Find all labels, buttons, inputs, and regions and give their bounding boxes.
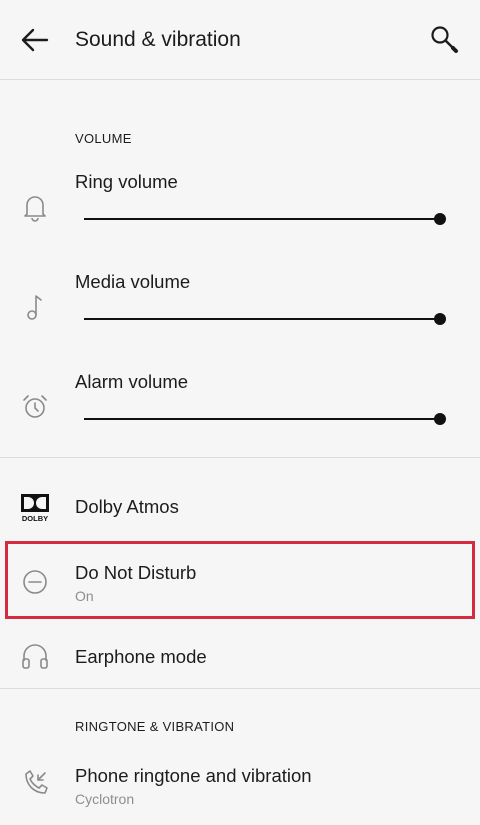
sound-vibration-screen: Sound & vibration VOLUME Ring volume Med… bbox=[0, 0, 480, 825]
phone-ringtone-icon bbox=[18, 766, 52, 800]
app-bar: Sound & vibration bbox=[0, 0, 480, 80]
slider-thumb[interactable] bbox=[434, 313, 446, 325]
alarm-volume-label: Alarm volume bbox=[75, 371, 189, 392]
volume-section-header: VOLUME bbox=[75, 131, 132, 146]
dolby-logo-icon: DOLBY bbox=[18, 490, 52, 524]
slider-thumb[interactable] bbox=[434, 213, 446, 225]
section-divider bbox=[0, 688, 480, 689]
dolby-atmos-row[interactable]: DOLBY Dolby Atmos bbox=[0, 475, 480, 539]
ring-volume-slider[interactable] bbox=[84, 211, 446, 227]
dolby-logo-text: DOLBY bbox=[22, 514, 48, 523]
slider-track bbox=[84, 218, 440, 220]
section-divider bbox=[0, 457, 480, 458]
media-volume-label: Media volume bbox=[75, 271, 191, 292]
arrow-left-icon[interactable] bbox=[20, 26, 50, 54]
ringtone-section-header: RINGTONE & VIBRATION bbox=[75, 719, 235, 734]
phone-ringtone-label: Phone ringtone and vibration bbox=[75, 765, 312, 786]
phone-ringtone-row[interactable]: Phone ringtone and vibration Cyclotron bbox=[0, 748, 480, 818]
slider-thumb[interactable] bbox=[434, 413, 446, 425]
alarm-clock-icon bbox=[18, 390, 52, 424]
bell-icon bbox=[18, 190, 52, 224]
page-title: Sound & vibration bbox=[75, 28, 241, 51]
earphone-mode-row[interactable]: Earphone mode bbox=[0, 626, 480, 686]
media-volume-row: Media volume bbox=[0, 260, 480, 340]
highlight-box bbox=[5, 541, 475, 619]
media-volume-slider[interactable] bbox=[84, 311, 446, 327]
ring-volume-row: Ring volume bbox=[0, 160, 480, 240]
music-note-icon bbox=[18, 290, 52, 324]
headphones-icon bbox=[18, 639, 52, 673]
alarm-volume-slider[interactable] bbox=[84, 411, 446, 427]
earphone-mode-label: Earphone mode bbox=[75, 646, 207, 667]
dolby-atmos-label: Dolby Atmos bbox=[75, 496, 179, 517]
slider-track bbox=[84, 418, 440, 420]
phone-ringtone-value: Cyclotron bbox=[75, 791, 135, 807]
alarm-volume-row: Alarm volume bbox=[0, 360, 480, 440]
search-icon[interactable] bbox=[428, 24, 460, 56]
slider-track bbox=[84, 318, 440, 320]
ring-volume-label: Ring volume bbox=[75, 171, 178, 192]
